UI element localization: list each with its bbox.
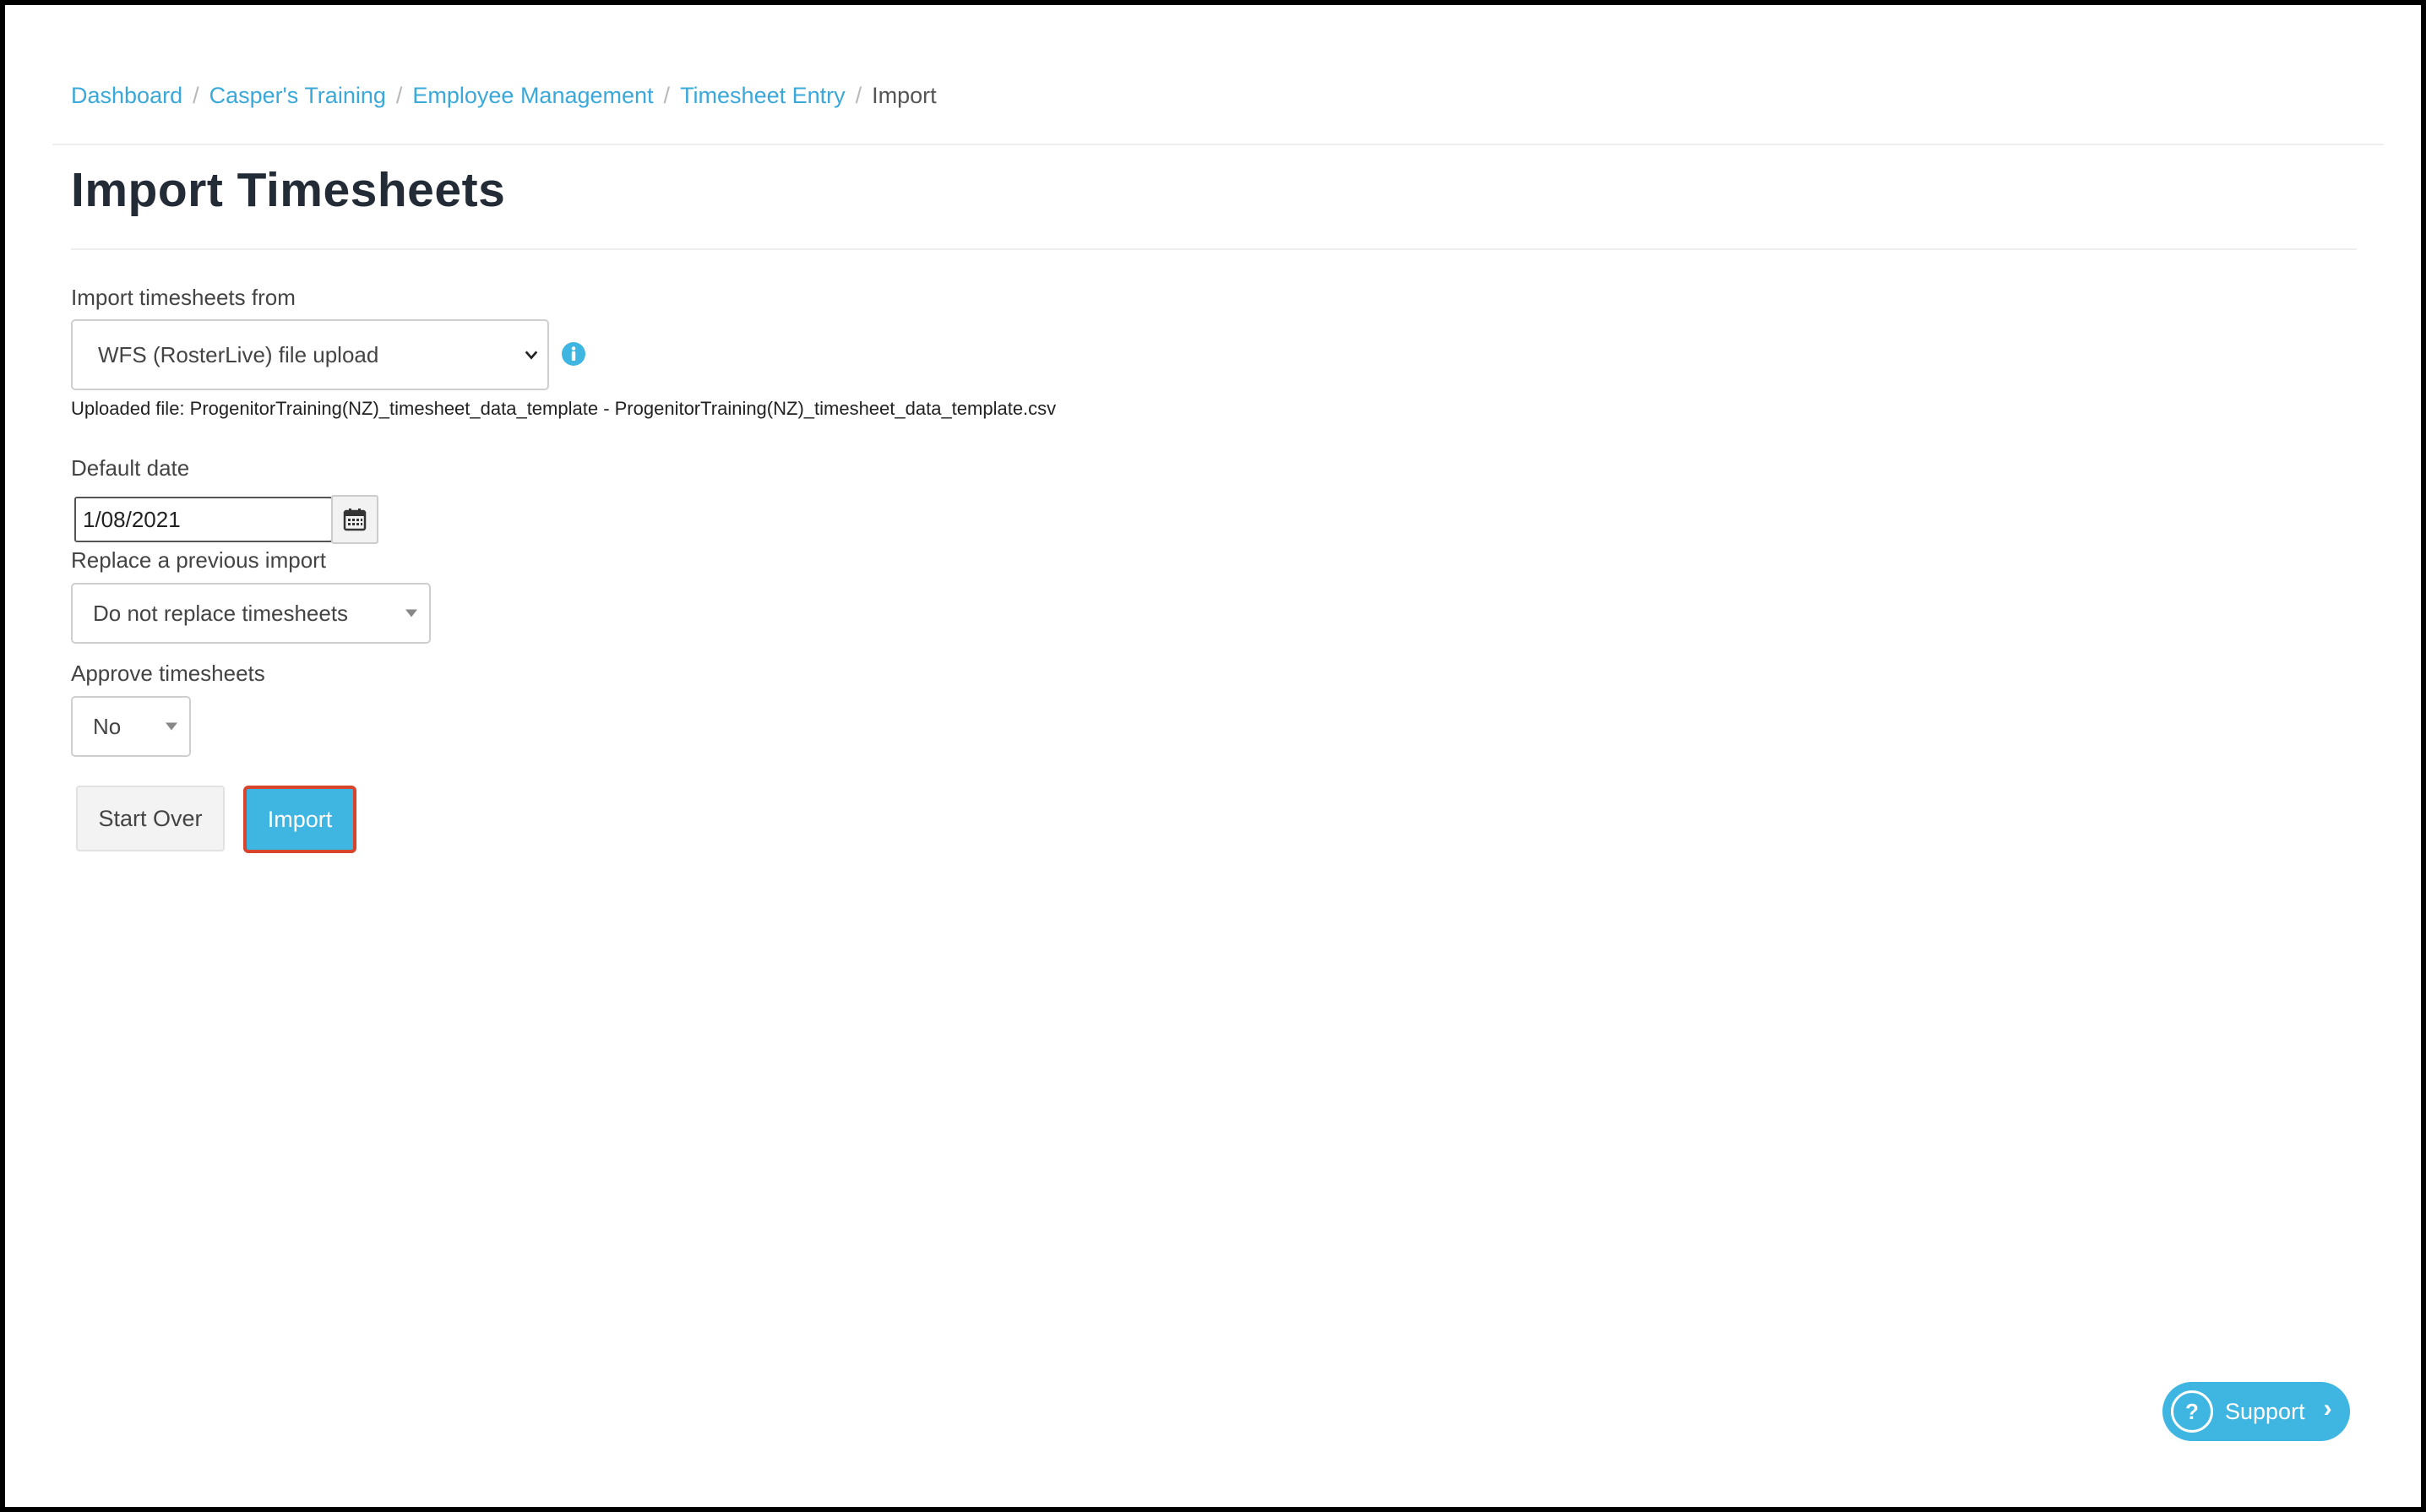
source-label: Import timesheets from bbox=[71, 285, 296, 310]
page-frame: Dashboard / Casper's Training / Employee… bbox=[5, 5, 2421, 1507]
chevron-right-icon: › bbox=[2323, 1395, 2332, 1422]
replace-select-value: Do not replace timesheets bbox=[93, 600, 349, 626]
divider bbox=[71, 248, 2357, 250]
breadcrumb-employee-management[interactable]: Employee Management bbox=[412, 83, 653, 109]
approve-label: Approve timesheets bbox=[71, 661, 265, 686]
breadcrumb-separator: / bbox=[663, 83, 671, 108]
info-icon[interactable] bbox=[561, 341, 586, 367]
breadcrumb: Dashboard / Casper's Training / Employee… bbox=[71, 83, 937, 109]
divider bbox=[52, 144, 2384, 145]
start-over-button[interactable]: Start Over bbox=[76, 786, 225, 851]
chevron-down-icon bbox=[525, 351, 538, 360]
default-date-label: Default date bbox=[71, 455, 190, 481]
breadcrumb-separator: / bbox=[395, 83, 403, 108]
caret-down-icon bbox=[166, 722, 177, 731]
replace-select[interactable]: Do not replace timesheets bbox=[71, 583, 431, 644]
page-title: Import Timesheets bbox=[71, 163, 506, 217]
source-select-value: WFS (RosterLive) file upload bbox=[98, 341, 379, 367]
help-icon: ? bbox=[2171, 1390, 2213, 1433]
calendar-button[interactable] bbox=[331, 495, 378, 544]
breadcrumb-separator: / bbox=[193, 83, 199, 108]
support-label: Support bbox=[2225, 1398, 2305, 1424]
default-date-input[interactable] bbox=[74, 497, 333, 542]
uploaded-file-text: Uploaded file: ProgenitorTraining(NZ)_ti… bbox=[71, 398, 1057, 419]
source-select[interactable]: WFS (RosterLive) file upload bbox=[71, 319, 549, 390]
approve-select-value: No bbox=[93, 713, 122, 739]
breadcrumb-timesheet-entry[interactable]: Timesheet Entry bbox=[680, 83, 846, 109]
breadcrumb-separator: / bbox=[855, 83, 862, 108]
support-button[interactable]: ? Support › bbox=[2162, 1382, 2350, 1441]
breadcrumb-caspers-training[interactable]: Casper's Training bbox=[209, 83, 386, 109]
replace-label: Replace a previous import bbox=[71, 547, 327, 573]
breadcrumb-dashboard[interactable]: Dashboard bbox=[71, 83, 182, 109]
breadcrumb-current: Import bbox=[872, 83, 937, 108]
calendar-icon bbox=[343, 509, 367, 531]
import-button[interactable]: Import bbox=[243, 786, 356, 853]
caret-down-icon bbox=[405, 609, 417, 617]
approve-select[interactable]: No bbox=[71, 696, 191, 757]
